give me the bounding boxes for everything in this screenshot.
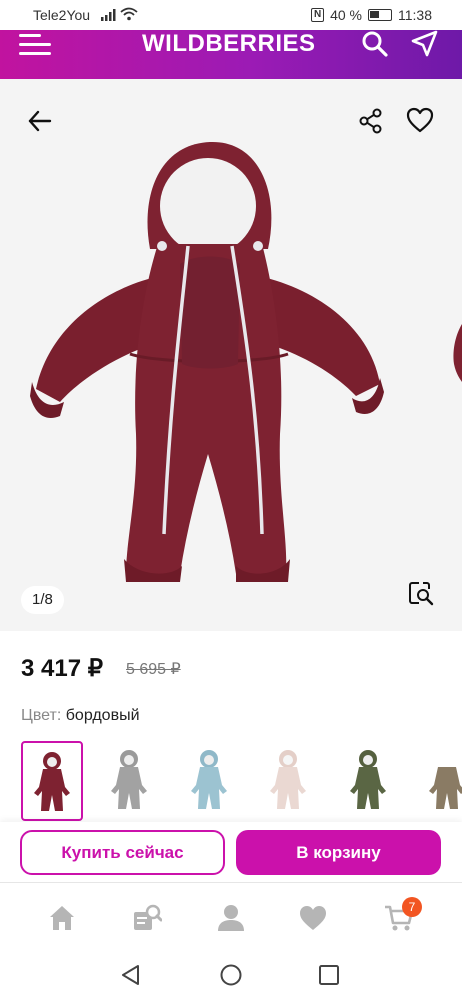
color-swatch-beige[interactable] [418, 741, 462, 821]
back-arrow-icon[interactable] [26, 107, 54, 135]
cart-count-badge: 7 [402, 897, 422, 917]
location-arrow-icon[interactable] [410, 30, 440, 60]
swatch-image [270, 750, 306, 809]
system-home-icon[interactable] [219, 963, 243, 987]
signal-icon [101, 9, 116, 21]
next-image-preview[interactable] [452, 324, 462, 384]
old-price: 5 695 ₽ [126, 661, 181, 678]
carrier-name: Tele2You [33, 7, 91, 23]
favorites-icon[interactable] [298, 903, 328, 933]
swatch-image [111, 750, 147, 809]
color-label: Цвет: [21, 707, 62, 724]
product-gallery[interactable]: 1/8 [0, 79, 462, 631]
app-header: WILDBERRIES [0, 30, 462, 79]
system-navigation [0, 950, 462, 1000]
nfc-icon: N [311, 8, 325, 22]
search-icon[interactable] [360, 30, 390, 60]
heart-icon[interactable] [405, 105, 435, 135]
purchase-bar: Купить сейчас В корзину [0, 822, 462, 882]
color-swatch-khaki[interactable] [339, 741, 401, 821]
current-price: 3 417 ₽ [21, 655, 103, 682]
share-icon[interactable] [357, 107, 385, 135]
product-image[interactable] [30, 134, 384, 582]
battery-icon [368, 9, 392, 21]
swatch-image [34, 752, 70, 811]
wifi-icon [120, 7, 138, 21]
clock: 11:38 [398, 7, 432, 23]
catalog-search-icon[interactable] [132, 903, 162, 933]
swatch-image [191, 750, 227, 809]
color-info: Цвет: бордовый [21, 707, 140, 725]
swatch-image [350, 750, 386, 809]
system-recents-icon[interactable] [317, 963, 341, 987]
buy-now-button[interactable]: Купить сейчас [20, 830, 225, 875]
swatch-image [429, 767, 462, 809]
color-swatch-blue[interactable] [180, 741, 242, 821]
status-bar: Tele2You N 40 % 11:38 [0, 0, 462, 30]
status-right: N 40 % 11:38 [311, 7, 432, 23]
menu-icon[interactable] [19, 32, 51, 56]
color-value: бордовый [65, 707, 140, 724]
add-to-cart-button[interactable]: В корзину [236, 830, 441, 875]
color-swatch-grey[interactable] [100, 741, 162, 821]
system-back-icon[interactable] [119, 963, 143, 987]
bottom-navigation: 7 [0, 882, 462, 950]
color-swatch-pink[interactable] [259, 741, 321, 821]
home-icon[interactable] [47, 903, 77, 933]
profile-icon[interactable] [216, 903, 246, 933]
app-screen: Tele2You N 40 % 11:38 WILDBERRIES 1/8 3 … [0, 0, 462, 1000]
color-swatch-burgundy[interactable] [21, 741, 83, 821]
brand-logo[interactable]: WILDBERRIES [142, 30, 316, 58]
image-counter: 1/8 [21, 586, 64, 614]
image-search-icon[interactable] [407, 579, 435, 607]
battery-percent: 40 % [330, 7, 362, 23]
